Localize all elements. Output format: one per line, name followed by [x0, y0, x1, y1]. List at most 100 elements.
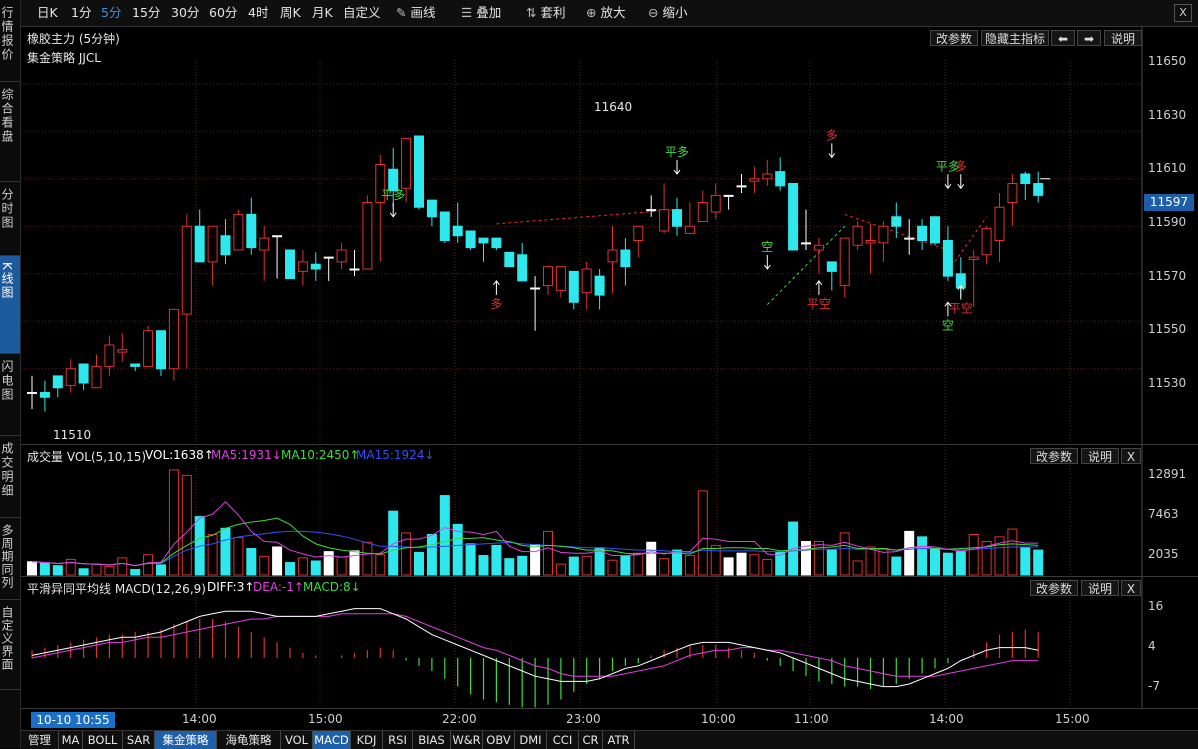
volume-bar — [607, 559, 618, 576]
tab-jjcl[interactable]: 集金策略 — [155, 731, 217, 749]
time-tick: 11:00 — [794, 712, 829, 726]
volume-bar — [1033, 549, 1044, 576]
tab-obv[interactable]: OBV — [483, 731, 515, 749]
macd-help-button[interactable]: 说明 — [1081, 580, 1119, 596]
signal-label: 多 — [955, 159, 967, 173]
signal-label: 平多 — [665, 145, 689, 159]
volume-bar — [684, 555, 695, 576]
candle-body — [181, 225, 192, 315]
volume-bar — [555, 563, 566, 576]
candle-body — [310, 263, 321, 270]
candle-body — [659, 209, 670, 232]
volume-bar — [491, 544, 502, 576]
current-price-tag: 11597 — [1144, 194, 1194, 211]
time-tick: 22:00 — [442, 712, 477, 726]
macd-dea: DEA:-1↑ — [253, 580, 304, 594]
candle-body — [297, 261, 308, 272]
volume-bar — [272, 546, 283, 576]
candle-body — [633, 225, 644, 241]
volume-bar — [517, 555, 528, 576]
volume-bar — [581, 555, 592, 576]
candle-body — [697, 202, 708, 222]
volume-params-button[interactable]: 改参数 — [1030, 448, 1078, 464]
volume-bar — [414, 551, 424, 576]
volume-bar — [168, 469, 179, 576]
macd-value: MACD:8↓ — [303, 580, 361, 594]
arrow-right-button[interactable]: ➡ — [1077, 30, 1101, 46]
candle-body — [813, 244, 824, 251]
candle-body — [452, 225, 463, 237]
tab-cr[interactable]: CR — [579, 731, 603, 749]
hide-indicator-button[interactable]: 隐藏主指标 — [981, 30, 1049, 46]
tab-rsi[interactable]: RSI — [383, 731, 413, 749]
tab-boll[interactable]: BOLL — [83, 731, 123, 749]
volume-bar — [930, 548, 940, 576]
candle-body — [220, 235, 231, 256]
price-tick: 11650 — [1148, 54, 1187, 68]
tab-atr[interactable]: ATR — [603, 731, 635, 749]
volume-bar — [297, 557, 308, 576]
candle-body — [543, 266, 553, 287]
volume-bar — [233, 537, 244, 576]
tab-vol[interactable]: VOL — [281, 731, 313, 749]
tab-turtle[interactable]: 海龟策略 — [217, 731, 281, 749]
price-tick: 11610 — [1148, 161, 1187, 175]
volume-bar — [1020, 547, 1031, 576]
candle-body — [246, 213, 257, 249]
candle-body — [672, 209, 682, 227]
candle-body — [194, 225, 205, 263]
tab-dmi[interactable]: DMI — [515, 731, 547, 749]
candle-body — [607, 249, 618, 263]
volume-bar — [117, 557, 128, 576]
tab-wr[interactable]: W&R — [451, 731, 483, 749]
volume-bar — [65, 558, 76, 576]
macd-tick: -7 — [1148, 679, 1160, 693]
time-tick: 10:00 — [701, 712, 736, 726]
tab-cci[interactable]: CCI — [547, 731, 579, 749]
volume-close-button[interactable]: X — [1121, 448, 1141, 464]
tab-sar[interactable]: SAR — [123, 731, 155, 749]
price-tick: 11530 — [1148, 376, 1187, 390]
candle-body — [207, 225, 218, 263]
volume-bar — [91, 563, 102, 576]
tab-manage[interactable]: 管理 — [21, 731, 59, 749]
macd-tick: 16 — [1148, 599, 1164, 613]
candle-body — [91, 365, 102, 389]
macd-tick: 4 — [1148, 639, 1156, 653]
volume-ma15: MA15:1924↓ — [356, 448, 435, 462]
candle-body — [504, 251, 515, 268]
candle-body — [168, 308, 179, 370]
volume-bar — [259, 555, 270, 576]
tab-macd[interactable]: MACD — [313, 731, 351, 749]
high-price-label: 11640 — [594, 100, 633, 114]
candle-body — [684, 225, 695, 234]
volume-bar — [904, 530, 915, 576]
candle-body — [904, 237, 915, 240]
volume-bar — [426, 534, 437, 576]
main-help-button[interactable]: 说明 — [1104, 30, 1142, 46]
tab-kdj[interactable]: KDJ — [351, 731, 383, 749]
volume-bar — [826, 549, 837, 576]
signal-label: 平空 — [949, 302, 973, 316]
volume-help-button[interactable]: 说明 — [1081, 448, 1119, 464]
volume-bar — [156, 564, 166, 576]
macd-close-button[interactable]: X — [1121, 580, 1141, 596]
time-tick: 14:00 — [182, 712, 217, 726]
main-params-button[interactable]: 改参数 — [930, 30, 978, 46]
volume-bar — [762, 558, 773, 576]
volume-bar — [362, 541, 373, 576]
price-tick: 11570 — [1148, 269, 1187, 283]
signal-label: 空 — [942, 318, 954, 332]
arrow-left-button[interactable]: ⬅ — [1051, 30, 1075, 46]
volume-bar — [891, 556, 902, 576]
volume-bar — [181, 474, 192, 576]
volume-bar — [620, 555, 631, 576]
volume-bar — [543, 530, 553, 576]
candle-body — [117, 349, 128, 353]
volume-bar — [349, 550, 360, 576]
tab-bias[interactable]: BIAS — [413, 731, 451, 749]
candle-body — [426, 199, 437, 218]
macd-params-button[interactable]: 改参数 — [1030, 580, 1078, 596]
tab-ma[interactable]: MA — [59, 731, 83, 749]
volume-bar — [39, 562, 50, 576]
